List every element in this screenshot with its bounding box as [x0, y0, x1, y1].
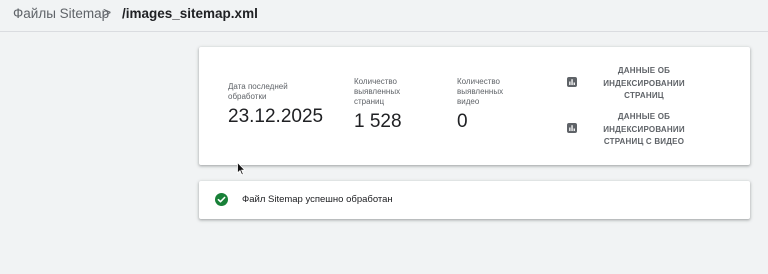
page-indexing-link-label: ДАННЫЕ ОБ ИНДЕКСИРОВАНИИ СТРАНИЦ [603, 66, 685, 100]
bar-chart-icon [567, 77, 577, 87]
bar-chart-icon [567, 123, 577, 133]
top-bar: Файлы Sitemap > /images_sitemap.xml [0, 0, 768, 32]
sitemap-stats-card: Дата последней обработки 23.12.2025 Коли… [199, 47, 750, 165]
breadcrumb-current: /images_sitemap.xml [122, 6, 258, 21]
status-card: Файл Sitemap успешно обработан [199, 181, 750, 219]
discovered-pages-label: Количество выявленных страниц [354, 77, 401, 106]
breadcrumb-separator: > [103, 4, 112, 20]
check-circle-icon [215, 193, 228, 206]
mouse-cursor-icon [237, 162, 246, 176]
discovered-videos-label: Количество выявленных видео [457, 77, 504, 106]
breadcrumb-sitemaps-link[interactable]: Файлы Sitemap [13, 6, 109, 21]
video-indexing-link-label: ДАННЫЕ ОБ ИНДЕКСИРОВАНИИ СТРАНИЦ С ВИДЕО [603, 112, 685, 146]
status-message: Файл Sitemap успешно обработан [242, 194, 393, 205]
discovered-videos-value: 0 [457, 111, 468, 132]
discovered-pages-value: 1 528 [354, 111, 402, 132]
last-processed-value: 23.12.2025 [228, 106, 324, 127]
last-processed-label: Дата последней обработки [228, 82, 288, 101]
